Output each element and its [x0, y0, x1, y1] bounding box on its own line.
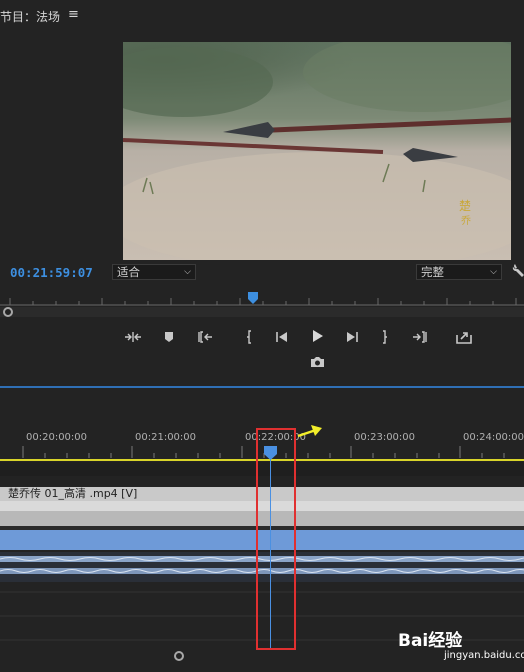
chevron-down-icon: ⌵	[490, 267, 497, 277]
mini-scrollbar[interactable]	[0, 307, 524, 317]
ruler-timecode: 00:23:00:00	[354, 432, 416, 443]
step-back-icon[interactable]	[273, 329, 291, 345]
mark-in-icon[interactable]	[240, 329, 258, 345]
ruler-timecode: 00:20:00:00	[26, 432, 88, 443]
playback-resolution-value: 完整	[421, 265, 444, 279]
program-monitor: 节目：法场 ≡ 楚 乔 00:21:59:07 适合 ⌵ 完整 ⌵	[0, 0, 524, 385]
zoom-fit-value: 适合	[117, 265, 140, 279]
watermark-logo: Bai经验	[398, 631, 463, 651]
svg-text:楚: 楚	[459, 199, 471, 213]
panel-title[interactable]: 节目：法场	[0, 8, 60, 25]
zoom-fit-dropdown[interactable]: 适合 ⌵	[112, 264, 196, 280]
playback-resolution-dropdown[interactable]: 完整 ⌵	[416, 264, 502, 280]
mark-in-out-icon[interactable]	[124, 329, 142, 345]
panel-header: 节目：法场 ≡	[0, 0, 524, 30]
mini-playhead-marker[interactable]	[248, 292, 258, 304]
clip-name-label: 楚乔传 01_高清 .mp4 [V]	[8, 487, 138, 500]
go-to-out-icon[interactable]	[411, 329, 429, 345]
mini-scroll-handle[interactable]	[3, 307, 13, 317]
step-forward-icon[interactable]	[343, 329, 361, 345]
mark-out-icon[interactable]	[376, 329, 394, 345]
add-marker-icon[interactable]	[160, 329, 178, 345]
go-to-in-icon[interactable]	[196, 329, 214, 345]
annotation-highlight-box	[256, 428, 296, 650]
chevron-down-icon: ⌵	[184, 267, 191, 277]
video-frame-image: 楚 乔	[123, 42, 511, 260]
mini-time-ruler[interactable]	[0, 292, 524, 306]
camera-icon[interactable]	[308, 354, 326, 370]
settings-wrench-icon[interactable]	[512, 262, 524, 278]
timeline-scroll-handle[interactable]	[174, 651, 184, 661]
svg-text:乔: 乔	[461, 215, 471, 227]
playhead-timecode[interactable]: 00:21:59:07	[10, 265, 93, 280]
export-frame-icon[interactable]	[455, 329, 473, 345]
annotation-arrow-icon	[297, 425, 322, 438]
video-frame: 楚 乔	[123, 42, 511, 260]
ruler-timecode: 00:24:00:00	[463, 432, 524, 443]
play-icon[interactable]	[308, 328, 326, 344]
watermark-url: jingyan.baidu.com	[444, 650, 524, 661]
ruler-timecode: 00:21:00:00	[135, 432, 197, 443]
panel-menu-icon[interactable]: ≡	[68, 7, 79, 22]
